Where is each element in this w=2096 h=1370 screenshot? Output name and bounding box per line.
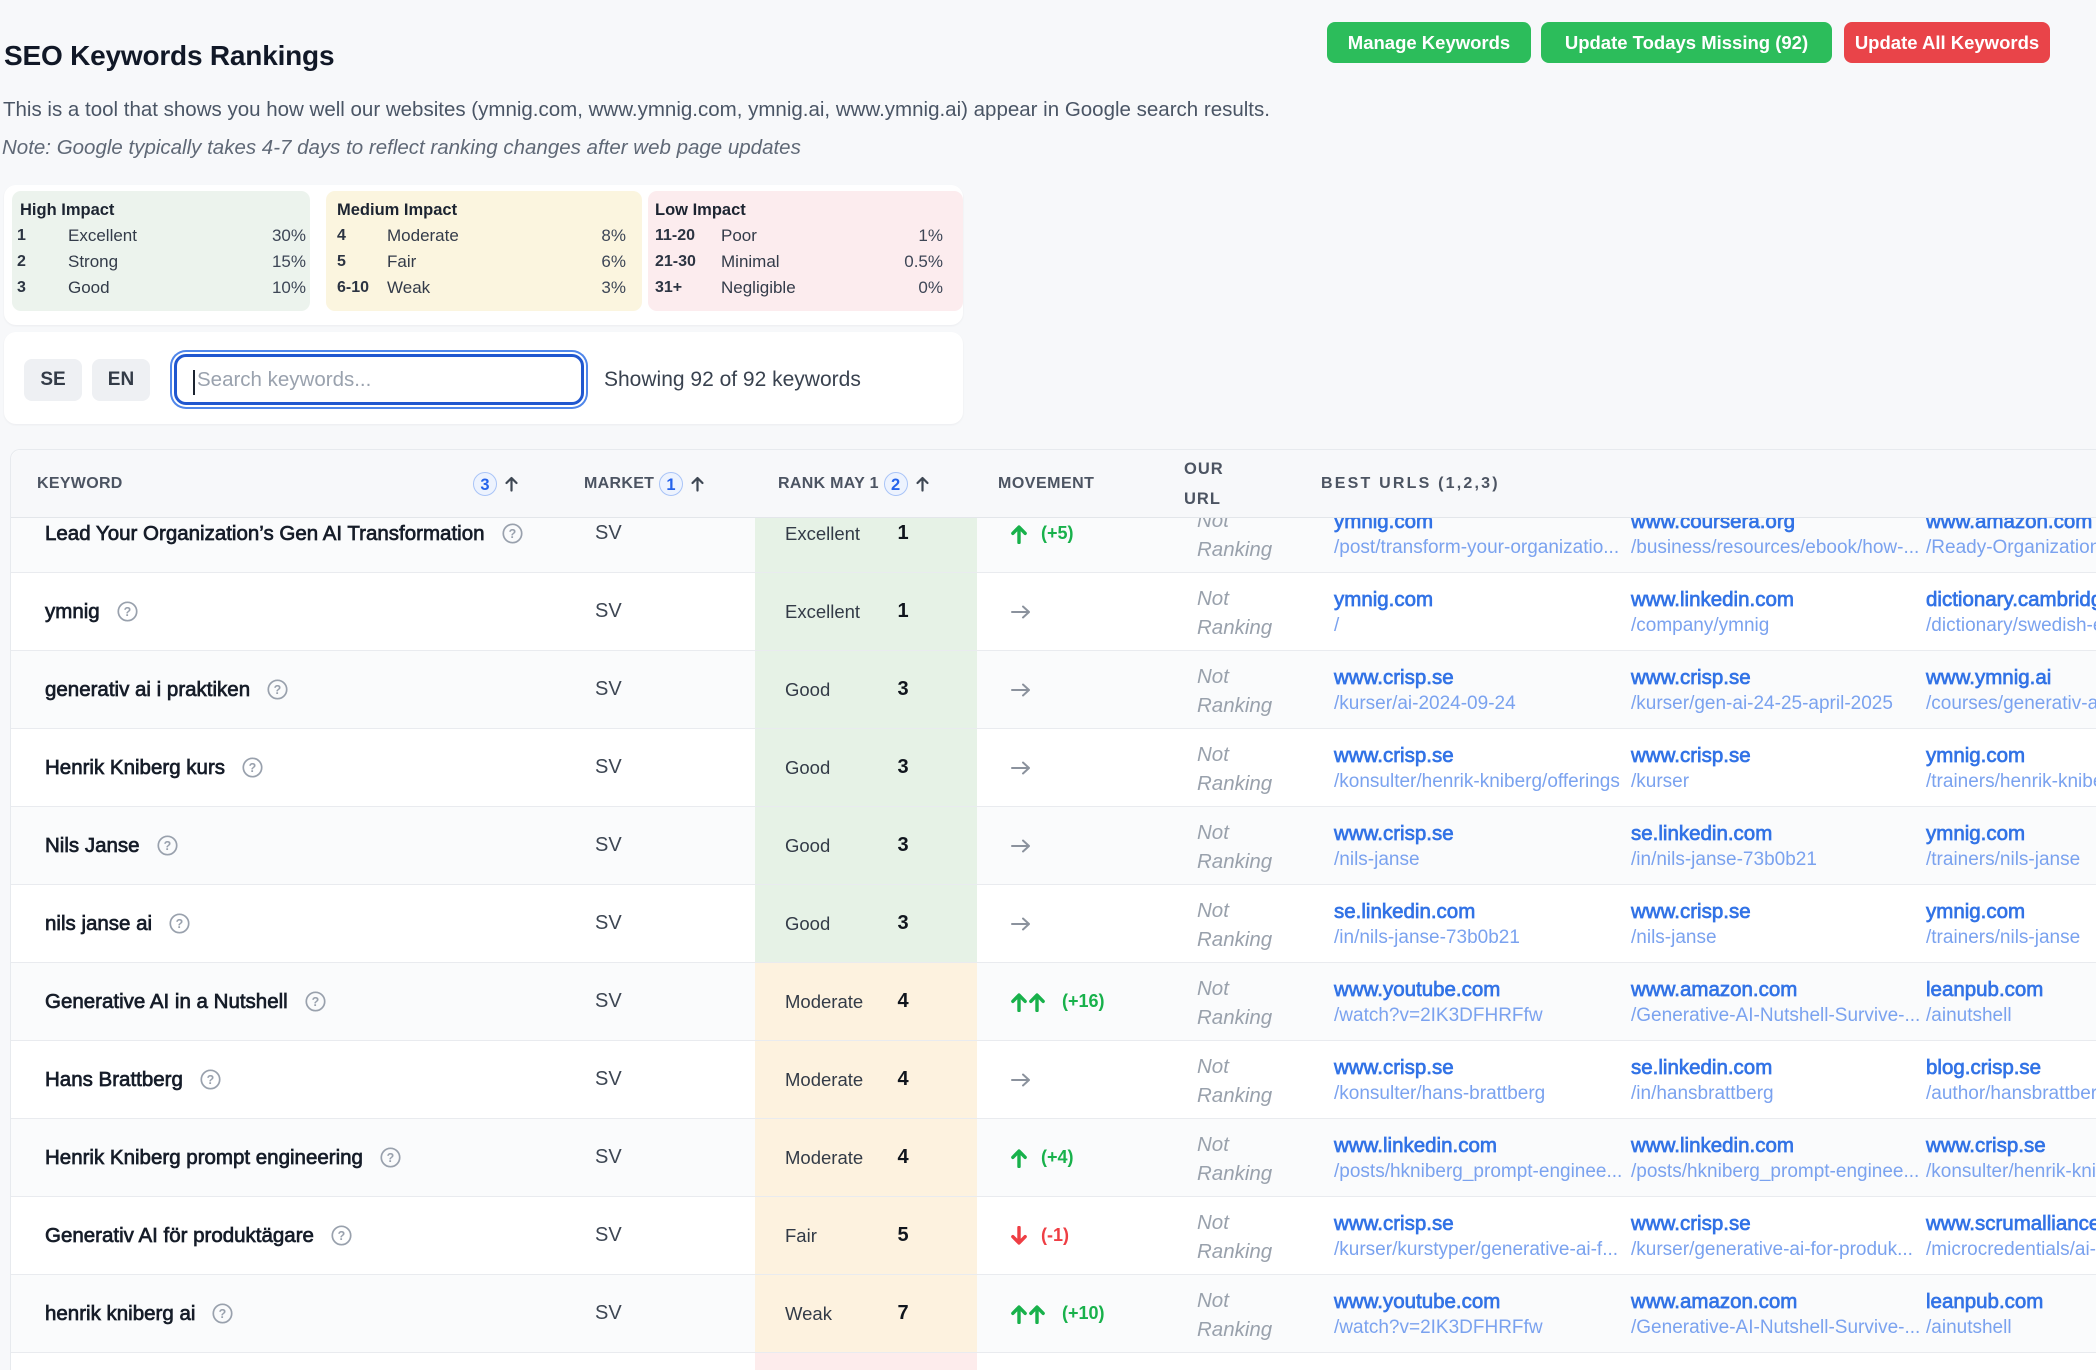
svg-text:?: ? — [387, 1151, 395, 1165]
svg-text:?: ? — [207, 1073, 215, 1087]
svg-text:?: ? — [176, 917, 184, 931]
svg-text:?: ? — [508, 527, 516, 541]
svg-text:?: ? — [274, 683, 282, 697]
svg-text:?: ? — [123, 605, 131, 619]
svg-text:?: ? — [219, 1307, 227, 1321]
svg-text:?: ? — [249, 761, 257, 775]
svg-text:?: ? — [311, 995, 319, 1009]
svg-text:?: ? — [338, 1229, 346, 1243]
svg-text:?: ? — [163, 839, 171, 853]
